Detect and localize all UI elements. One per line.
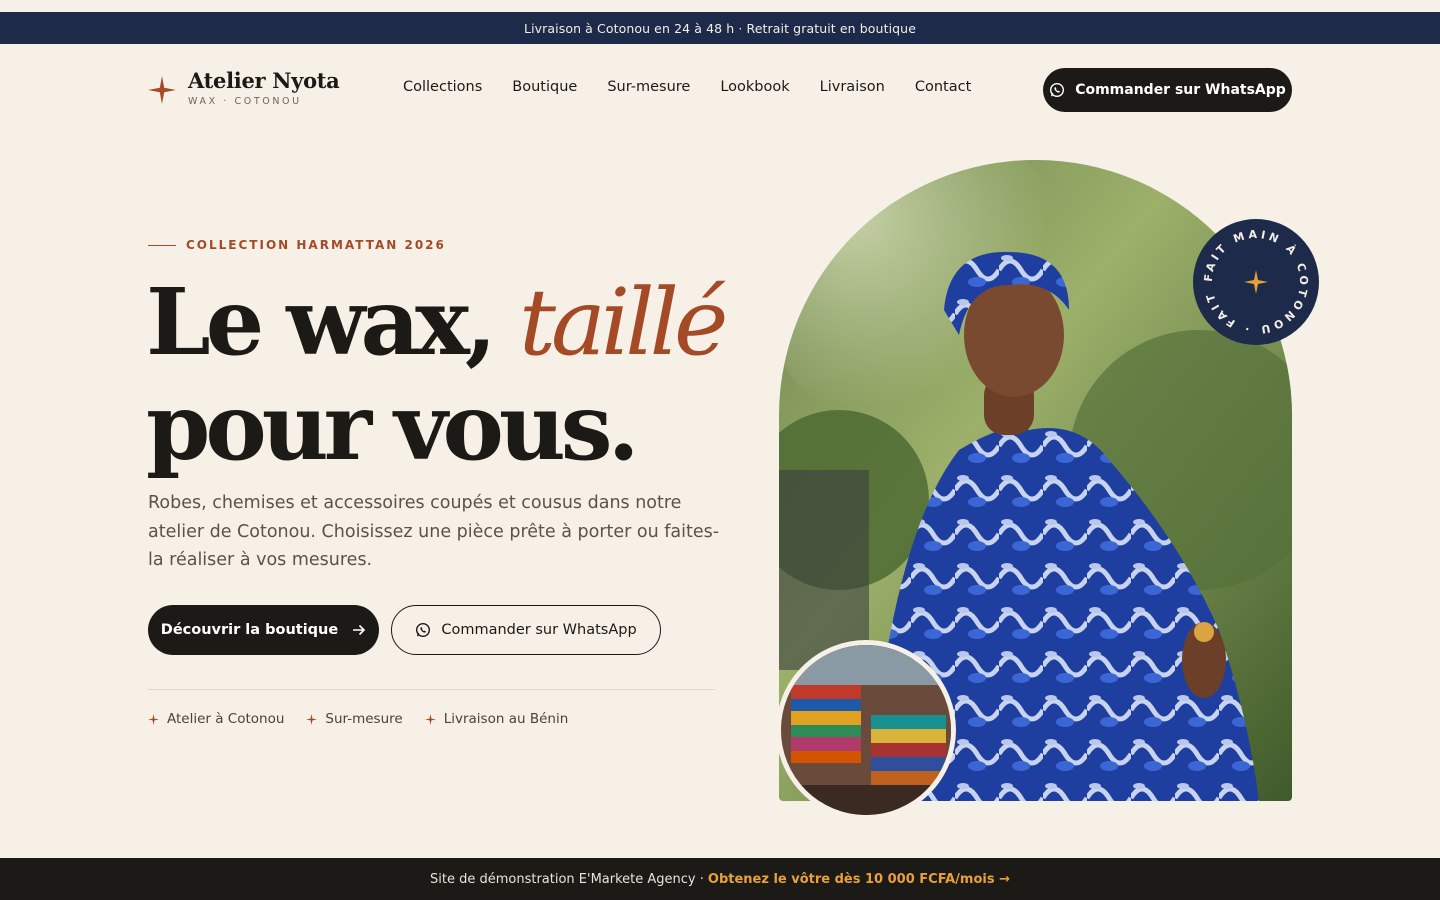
feature-list: Atelier à Cotonou Sur-mesure Livraison a…	[148, 711, 568, 727]
brand-name: Atelier Nyota	[188, 68, 340, 93]
announcement-text: Livraison à Cotonou en 24 à 48 h · Retra…	[524, 20, 916, 36]
header-whatsapp-label: Commander sur WhatsApp	[1075, 82, 1286, 98]
nav-sur-mesure[interactable]: Sur-mesure	[607, 79, 690, 95]
sparkle-icon	[148, 713, 159, 725]
whatsapp-icon	[416, 622, 431, 638]
nav-contact[interactable]: Contact	[915, 79, 971, 95]
handmade-badge: FAIT MAIN À COTONOU · FAIT MAIN	[1192, 218, 1319, 345]
nav-lookbook[interactable]: Lookbook	[720, 79, 789, 95]
nav-boutique[interactable]: Boutique	[512, 79, 577, 95]
hero-whatsapp-label: Commander sur WhatsApp	[441, 622, 637, 638]
site-header: Atelier Nyota WAX · COTONOU Collections …	[0, 44, 1440, 136]
nav-livraison[interactable]: Livraison	[820, 79, 885, 95]
fabric-photo	[776, 640, 956, 820]
sparkle-icon	[424, 713, 436, 725]
discover-shop-label: Découvrir la boutique	[160, 622, 339, 638]
sparkle-icon	[306, 713, 318, 725]
brand-logo[interactable]: Atelier Nyota WAX · COTONOU	[148, 68, 340, 107]
main-nav: Collections Boutique Sur-mesure Lookbook…	[403, 79, 971, 95]
hero-divider	[148, 689, 715, 690]
hero-title-part2: pour vous.	[146, 373, 640, 481]
hero-whatsapp-button[interactable]: Commander sur WhatsApp	[391, 605, 661, 655]
arrow-right-icon	[353, 624, 366, 636]
feature-item: Atelier à Cotonou	[148, 711, 284, 727]
footer-cta-link[interactable]: Obtenez le vôtre dès 10 000 FCFA/mois →	[708, 872, 1010, 887]
hero-title-part1: Le wax,	[146, 268, 519, 376]
feature-label: Livraison au Bénin	[443, 711, 569, 727]
announcement-bar: Livraison à Cotonou en 24 à 48 h · Retra…	[0, 12, 1440, 44]
nav-collections[interactable]: Collections	[403, 79, 482, 95]
footer-text: Site de démonstration E'Markete Agency ·	[430, 871, 704, 887]
header-whatsapp-button[interactable]: Commander sur WhatsApp	[1043, 68, 1292, 112]
brand-tagline: WAX · COTONOU	[188, 96, 302, 107]
hero-title-accent: taillé	[518, 269, 729, 376]
discover-shop-button[interactable]: Découvrir la boutique	[148, 605, 379, 655]
feature-item: Sur-mesure	[306, 711, 403, 727]
eyebrow-line	[148, 244, 176, 246]
hero-title: Le wax, taillé pour vous.	[146, 270, 766, 479]
demo-footer: Site de démonstration E'Markete Agency ·…	[0, 858, 1440, 900]
top-spacer	[0, 0, 1440, 12]
hero-eyebrow: COLLECTION HARMATTAN 2026	[148, 238, 446, 252]
hero-description: Robes, chemises et accessoires coupés et…	[148, 493, 720, 570]
feature-label: Atelier à Cotonou	[167, 711, 285, 727]
feature-label: Sur-mesure	[325, 711, 403, 727]
whatsapp-icon	[1050, 82, 1065, 98]
star-icon	[148, 76, 176, 104]
eyebrow-text: COLLECTION HARMATTAN 2026	[186, 238, 446, 252]
feature-item: Livraison au Bénin	[424, 711, 569, 727]
